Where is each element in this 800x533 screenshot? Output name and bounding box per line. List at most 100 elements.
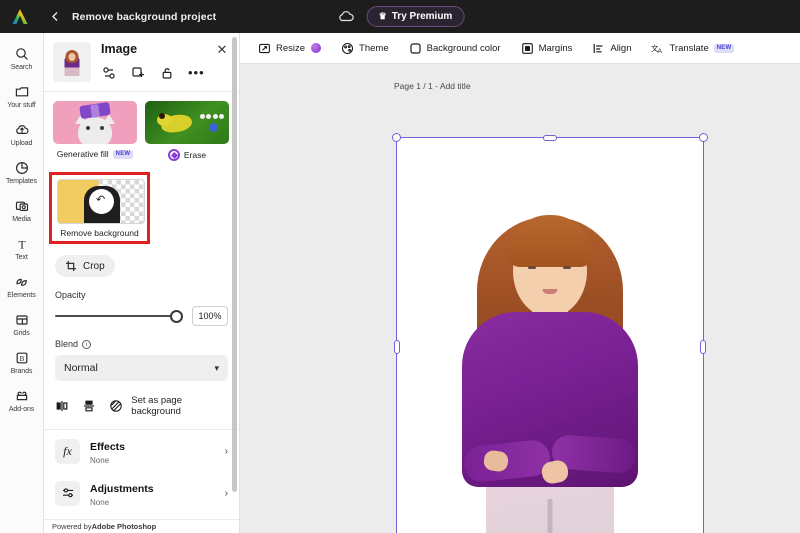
erase-label: Erase	[183, 150, 207, 160]
animation-row[interactable]: Animation ›	[44, 514, 239, 519]
remove-background-thumbnail: ↶	[57, 179, 145, 224]
remove-background-card[interactable]: ↶ Remove background	[49, 172, 150, 244]
sidebar-label-elements: Elements	[7, 291, 36, 299]
addons-icon	[15, 388, 29, 405]
chevron-down-icon: ▾	[214, 362, 219, 373]
sidebar-item-grids[interactable]: Grids	[0, 305, 44, 343]
flip-icon[interactable]	[101, 65, 116, 80]
theme-icon	[341, 42, 354, 55]
cloud-icon[interactable]	[336, 7, 356, 27]
topbar-center-group: ♛ Try Premium	[336, 6, 465, 27]
crop-button[interactable]: Crop	[55, 255, 115, 277]
try-premium-button[interactable]: ♛ Try Premium	[366, 6, 465, 27]
opacity-value-field[interactable]: 100%	[192, 306, 228, 326]
effects-title: Effects	[90, 441, 126, 453]
adobe-express-logo[interactable]	[9, 6, 31, 28]
toolbar-align-label: Align	[610, 42, 632, 54]
canvas-toolbar: Resize Theme Background color Margins Al…	[240, 33, 800, 64]
crown-icon: ♛	[378, 11, 387, 21]
adjustments-value: None	[90, 498, 110, 507]
chevron-right-icon: ›	[224, 445, 228, 457]
sidebar-label-media: Media	[12, 215, 31, 223]
sidebar-label-your-stuff: Your stuff	[7, 101, 36, 109]
workspace: Resize Theme Background color Margins Al…	[240, 33, 800, 533]
elements-icon	[15, 274, 29, 291]
info-icon[interactable]: i	[82, 339, 92, 349]
templates-icon	[15, 160, 29, 177]
flip-vertical-icon[interactable]	[82, 399, 96, 414]
toolbar-align[interactable]: Align	[592, 42, 631, 55]
woman-in-purple-sweater-photo[interactable]	[396, 137, 704, 533]
sidebar-item-templates[interactable]: Templates	[0, 153, 44, 191]
try-premium-label: Try Premium	[391, 11, 453, 22]
blend-control: Blend i Normal ▾	[44, 339, 239, 381]
sidebar-item-elements[interactable]: Elements	[0, 267, 44, 305]
blend-mode-value: Normal	[64, 362, 98, 374]
toolbar-translate-label: Translate	[669, 42, 709, 54]
panel-footer: Powered by Adobe Photoshop	[44, 519, 239, 533]
search-icon	[15, 46, 29, 63]
toolbar-margins[interactable]: Margins	[521, 42, 573, 55]
blend-label: Blend	[55, 339, 79, 349]
toolbar-background-color[interactable]: Background color	[409, 42, 501, 55]
toolbar-theme-label: Theme	[359, 42, 389, 54]
ai-tools-row: Generative fill NEW Erase	[44, 92, 239, 161]
adjustments-row[interactable]: Adjustments None ›	[44, 472, 239, 514]
sidebar-label-search: Search	[10, 63, 33, 71]
sidebar-label-upload: Upload	[10, 139, 33, 147]
selected-image-thumbnail[interactable]	[53, 42, 91, 82]
thumbnail-face	[68, 53, 76, 61]
sidebar-item-media[interactable]: Media	[0, 191, 44, 229]
duplicate-icon[interactable]	[130, 65, 145, 80]
left-sidebar: Search Your stuff Upload Templates Media…	[0, 33, 44, 533]
canvas-page[interactable]: ↺	[392, 133, 708, 533]
sidebar-item-search[interactable]: Search	[0, 39, 44, 77]
set-page-background-label[interactable]: Set as page background	[131, 395, 228, 417]
opacity-control: Opacity 100%	[44, 290, 239, 326]
toolbar-resize[interactable]: Resize	[258, 42, 322, 55]
close-icon[interactable]: ✕	[215, 43, 229, 56]
erase-card[interactable]: Erase	[145, 101, 229, 161]
sidebar-label-grids: Grids	[13, 329, 30, 337]
toolbar-theme[interactable]: Theme	[341, 42, 389, 55]
svg-text:B: B	[19, 355, 24, 363]
opacity-slider-knob[interactable]	[170, 309, 183, 323]
canvas-area[interactable]: Page 1 / 1 - Add title	[240, 64, 800, 533]
flip-horizontal-icon[interactable]	[55, 399, 69, 414]
sidebar-item-brands[interactable]: B Brands	[0, 343, 44, 381]
sidebar-item-add-ons[interactable]: Add-ons	[0, 381, 44, 419]
toolbar-margins-label: Margins	[538, 42, 573, 54]
margins-icon	[521, 42, 534, 55]
panel-scrollbar[interactable]	[232, 37, 237, 492]
sidebar-label-add-ons: Add-ons	[8, 405, 35, 413]
blend-mode-select[interactable]: Normal ▾	[55, 355, 228, 381]
resize-icon	[258, 42, 271, 55]
opacity-label: Opacity	[55, 290, 86, 300]
powered-by-prefix: Powered by	[52, 522, 92, 531]
effects-row[interactable]: fx Effects None ›	[44, 430, 239, 472]
crop-label: Crop	[83, 260, 105, 272]
upload-cloud-icon	[15, 122, 29, 139]
ai-badge-icon	[311, 43, 322, 53]
toolbar-resize-label: Resize	[276, 42, 306, 54]
back-button[interactable]	[44, 6, 66, 28]
image-properties-panel: Image ✕ ••• Generative fill NEW Erase ↶ …	[44, 33, 240, 533]
fx-icon: fx	[55, 438, 80, 464]
sidebar-item-your-stuff[interactable]: Your stuff	[0, 77, 44, 115]
crop-icon	[65, 260, 77, 272]
opacity-slider[interactable]	[55, 309, 183, 323]
more-options-icon[interactable]: •••	[188, 66, 205, 79]
set-page-background-icon[interactable]	[109, 399, 123, 414]
toolbar-translate[interactable]: 文A Translate NEW	[651, 42, 735, 55]
chevron-right-icon: ›	[224, 487, 228, 499]
lock-icon[interactable]	[159, 65, 174, 80]
generative-fill-card[interactable]: Generative fill NEW	[53, 101, 137, 161]
sidebar-item-upload[interactable]: Upload	[0, 115, 44, 153]
generative-fill-label: Generative fill	[56, 149, 109, 159]
page-label[interactable]: Page 1 / 1 - Add title	[394, 81, 471, 91]
erase-thumbnail	[145, 101, 229, 144]
adjustments-title: Adjustments	[90, 483, 154, 495]
sidebar-item-text[interactable]: T Text	[0, 229, 44, 267]
align-icon	[592, 42, 605, 55]
new-badge: NEW	[713, 43, 735, 53]
